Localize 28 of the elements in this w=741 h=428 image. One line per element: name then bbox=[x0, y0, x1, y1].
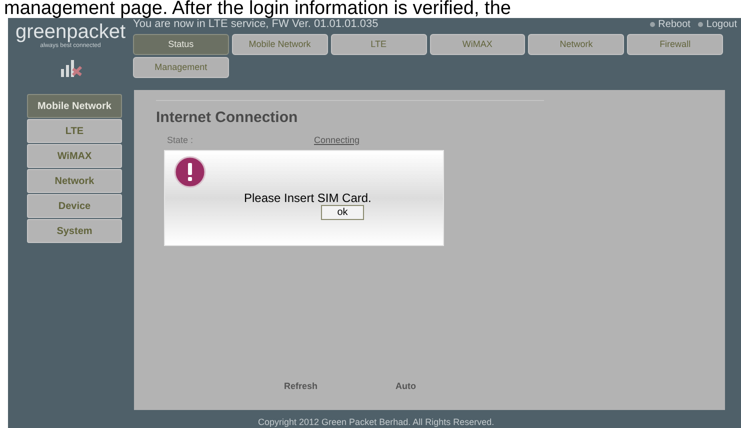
sidebar-item[interactable]: LTE bbox=[27, 119, 122, 143]
sidebar-item[interactable]: WiMAX bbox=[27, 144, 122, 168]
signal-bars-icon bbox=[58, 57, 82, 77]
ok-button[interactable]: ok bbox=[321, 205, 364, 220]
header-link[interactable]: Reboot bbox=[650, 17, 690, 32]
service-info: You are now in LTE service, FW Ver. 01.01.01.035 bbox=[133, 18, 378, 31]
state-value: Connecting bbox=[314, 134, 360, 147]
nav-tab[interactable]: Firewall bbox=[627, 34, 723, 55]
nav-tab[interactable]: Management bbox=[133, 57, 229, 78]
caption-text: management page. After the login information is verified, the bbox=[3, 0, 512, 18]
nav-tab[interactable]: Status bbox=[133, 34, 229, 55]
header-link[interactable]: Logout bbox=[698, 17, 737, 32]
nav-tab[interactable]: Mobile Network bbox=[232, 34, 328, 55]
exclamation-icon bbox=[174, 156, 206, 188]
action-link[interactable]: Auto bbox=[396, 380, 416, 393]
sidebar-item[interactable]: Device bbox=[27, 194, 122, 218]
sidebar-item[interactable]: Network bbox=[27, 169, 122, 193]
nav-tab[interactable]: WiMAX bbox=[430, 34, 526, 55]
sidebar-item[interactable]: System bbox=[27, 219, 122, 243]
nav-tab[interactable]: LTE bbox=[330, 34, 426, 55]
logo-text: greenpacket bbox=[15, 22, 126, 42]
section-title: Internet Connection bbox=[156, 108, 299, 128]
alert-message: Please Insert SIM Card. bbox=[244, 190, 372, 207]
sidebar-item[interactable]: Mobile Network bbox=[27, 94, 122, 118]
nav-tab[interactable]: Network bbox=[528, 34, 624, 55]
state-label: State : bbox=[167, 134, 194, 146]
action-link[interactable]: Refresh bbox=[284, 380, 318, 393]
copyright-text: Copyright 2012 Green Packet Berhad. All Rights Reserved. bbox=[257, 416, 496, 428]
